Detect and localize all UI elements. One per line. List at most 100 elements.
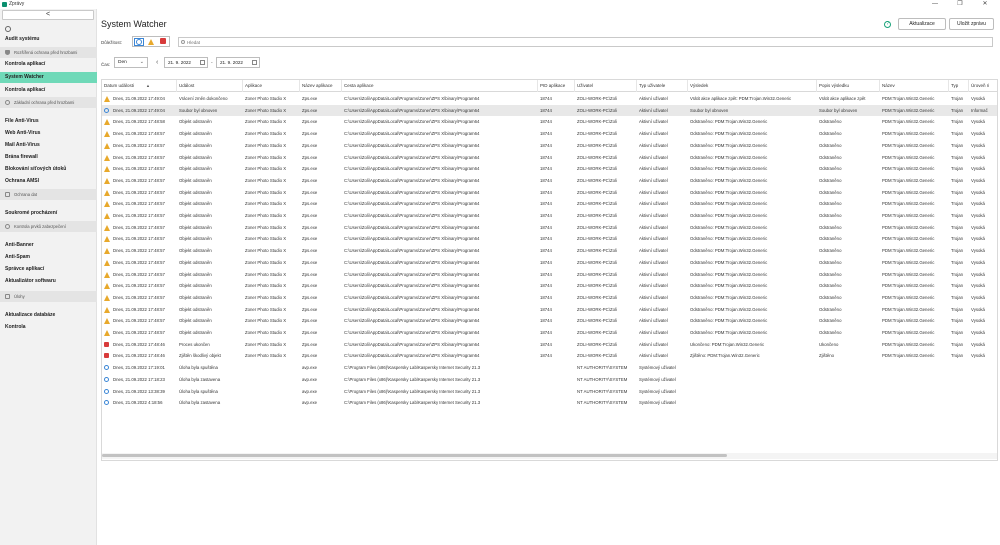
column-header[interactable]: Výsledek bbox=[688, 80, 817, 92]
cell-text: Trojan bbox=[951, 131, 964, 137]
table-cell bbox=[949, 362, 969, 374]
sort-ascending-icon[interactable]: ▲ bbox=[146, 83, 150, 88]
sidebar-item[interactable]: File Anti-Virus bbox=[0, 116, 97, 127]
cell-text: Trojan bbox=[951, 341, 964, 347]
warning-icon bbox=[104, 213, 110, 219]
table-row[interactable]: Dnes, 21.09.2022 17:48:57 Objekt odstraně… bbox=[102, 257, 997, 269]
cell-text: Dnes, 21.09.2022 17:48:57 bbox=[113, 294, 165, 300]
horizontal-scrollbar[interactable] bbox=[102, 453, 997, 459]
save-report-button[interactable]: Uložit zprávu bbox=[949, 18, 994, 30]
table-row[interactable]: Dnes, 21.09.2022 17:48:57 Objekt odstraně… bbox=[102, 327, 997, 339]
sidebar-item[interactable]: System Watcher bbox=[0, 72, 97, 83]
cell-text: 18744 bbox=[540, 131, 552, 137]
table-row[interactable]: Dnes, 21.09.2022 17:48:57 Objekt odstraně… bbox=[102, 163, 997, 175]
column-header[interactable]: Název bbox=[880, 80, 949, 92]
close-button[interactable]: ✕ bbox=[975, 0, 995, 9]
previous-period-icon[interactable]: ‹ bbox=[156, 59, 158, 66]
table-row[interactable]: Dnes, 21.09.2022 17:49:04 Soubor byl obno… bbox=[102, 104, 997, 117]
cell-text: C:\Users\Zoli\AppData\Local\Programs\Zon… bbox=[344, 330, 480, 335]
sidebar-item[interactable]: Správce aplikací bbox=[0, 264, 97, 275]
sidebar-item[interactable]: Blokování síťových útoků bbox=[0, 164, 97, 175]
column-header[interactable]: Název aplikace bbox=[300, 80, 342, 92]
column-header[interactable]: Aplikace bbox=[243, 80, 300, 92]
table-row[interactable]: Dnes, 21.09.2022 17:48:46 Proces ukončen Z… bbox=[102, 339, 997, 351]
table-row[interactable]: Dnes, 21.09.2022 17:48:57 Objekt odstraně… bbox=[102, 269, 997, 281]
sidebar-group[interactable]: Kontrola prvků zabezpečení bbox=[0, 221, 97, 232]
table-cell: Dnes, 21.09.2022 17:49:04 bbox=[102, 105, 177, 117]
column-header[interactable]: Cesta aplikace bbox=[342, 80, 538, 92]
table-row[interactable]: Dnes, 21.09.2022 17:48:46 Zjištěn škodliv… bbox=[102, 350, 997, 362]
table-row[interactable]: Dnes, 21.09.2022 17:48:57 Objekt odstraně… bbox=[102, 152, 997, 164]
sidebar-item[interactable]: Kontrola aplikací bbox=[0, 59, 97, 70]
table-row[interactable]: Dnes, 21.09.2022 17:48:57 Objekt odstraně… bbox=[102, 175, 997, 187]
severity-critical-toggle[interactable] bbox=[158, 38, 168, 46]
sidebar-group[interactable]: Základní ochrana před hrozbami bbox=[0, 97, 97, 108]
cell-text: PDM:Trojan.Win32.Generic bbox=[882, 96, 935, 101]
table-row[interactable]: Dnes, 21.09.2022 17:48:57 Objekt odstraně… bbox=[102, 280, 997, 292]
sidebar-item[interactable]: Aktualizace databáze bbox=[0, 310, 97, 321]
table-row[interactable]: Dnes, 21.09.2022 17:18:23 Úloha byla zast… bbox=[102, 374, 997, 386]
cell-text: Odstraněno bbox=[819, 154, 842, 160]
column-header[interactable]: Typ uživatele bbox=[637, 80, 688, 92]
column-header[interactable]: Událost bbox=[177, 80, 243, 92]
table-row[interactable]: Dnes, 21.09.2022 17:48:57 Objekt odstraně… bbox=[102, 304, 997, 316]
cell-text: Trojan bbox=[951, 154, 964, 160]
table-row[interactable]: Dnes, 21.09.2022 17:48:57 Objekt odstraně… bbox=[102, 198, 997, 210]
cell-text: Zoner Photo Studio X bbox=[245, 154, 287, 160]
sidebar-item[interactable]: Kontrola bbox=[0, 322, 97, 333]
table-row[interactable]: Dnes, 21.09.2022 17:48:57 Objekt odstraně… bbox=[102, 128, 997, 140]
cell-text: Vrátit akce aplikace zpět bbox=[819, 96, 866, 101]
table-cell: Zoner Photo Studio X bbox=[243, 292, 300, 304]
maximize-button[interactable]: ❐ bbox=[950, 0, 970, 9]
table-row[interactable]: Dnes, 21.09.2022 17:48:57 Objekt odstraně… bbox=[102, 245, 997, 257]
sidebar-item[interactable]: Aktualizátor softwaru bbox=[0, 276, 97, 287]
minimize-button[interactable]: — bbox=[925, 0, 945, 9]
sidebar-item[interactable]: Anti-Banner bbox=[0, 240, 97, 251]
table-row[interactable]: Dnes, 21.09.2022 17:48:57 Objekt odstraně… bbox=[102, 292, 997, 304]
date-to-field[interactable]: 21. 9. 2022 bbox=[216, 57, 260, 68]
sidebar-item[interactable]: Anti-Spam bbox=[0, 252, 97, 263]
table-row[interactable]: Dnes, 21.09.2022 17:49:04 Vrácení změn do… bbox=[102, 93, 997, 105]
table-row[interactable]: Dnes, 21.09.2022 13:38:39 Úloha byla spuš… bbox=[102, 386, 997, 398]
sidebar-item[interactable]: Mail Anti-Virus bbox=[0, 140, 97, 151]
table-row[interactable]: Dnes, 21.09.2022 17:19:01 Úloha byla spuš… bbox=[102, 362, 997, 374]
calendar-icon[interactable] bbox=[252, 60, 257, 65]
severity-info-toggle[interactable] bbox=[134, 38, 144, 46]
column-header[interactable]: Úroveň ri bbox=[969, 80, 997, 92]
table-cell: Zoner Photo Studio X bbox=[243, 304, 300, 316]
sidebar-group[interactable]: Rozšířená ochrana před hrozbami bbox=[0, 47, 97, 58]
column-header[interactable]: PID aplikace bbox=[538, 80, 575, 92]
table-row[interactable]: Dnes, 21.09.2022 4:18:56 Úloha byla zasta… bbox=[102, 397, 997, 409]
column-header[interactable]: Typ bbox=[949, 80, 969, 92]
sidebar-group[interactable]: Úlohy bbox=[0, 291, 97, 302]
severity-warning-toggle[interactable] bbox=[146, 38, 156, 46]
help-icon[interactable]: ? bbox=[884, 21, 891, 28]
period-select[interactable]: Den ⌄ bbox=[114, 57, 148, 68]
home-icon[interactable] bbox=[5, 26, 11, 32]
column-header[interactable]: Popis výsledku bbox=[817, 80, 880, 92]
sidebar-item[interactable]: Web Anti-Virus bbox=[0, 128, 97, 139]
cell-text: Odstraněno bbox=[819, 330, 842, 335]
column-header[interactable]: Datum události ▲ bbox=[102, 80, 177, 92]
search-input[interactable] bbox=[187, 38, 987, 46]
sidebar-item[interactable]: Ochrana AMSI bbox=[0, 176, 97, 187]
sidebar-item[interactable]: Soukromé procházení bbox=[0, 208, 97, 219]
sidebar-item[interactable]: Kontrola aplikací bbox=[0, 85, 97, 96]
table-row[interactable]: Dnes, 21.09.2022 17:48:57 Objekt odstraně… bbox=[102, 140, 997, 152]
calendar-icon[interactable] bbox=[200, 60, 205, 65]
table-cell: Dnes, 21.09.2022 17:48:57 bbox=[102, 128, 177, 140]
back-button[interactable]: < bbox=[2, 10, 94, 20]
column-header[interactable]: Uživatel bbox=[575, 80, 637, 92]
table-row[interactable]: Dnes, 21.09.2022 17:48:58 Objekt odstraně… bbox=[102, 116, 997, 128]
table-row[interactable]: Dnes, 21.09.2022 17:48:57 Objekt odstraně… bbox=[102, 233, 997, 245]
refresh-button[interactable]: Aktualizace bbox=[898, 18, 946, 30]
table-row[interactable]: Dnes, 21.09.2022 17:48:57 Objekt odstraně… bbox=[102, 315, 997, 327]
sidebar-item[interactable]: Brána firewall bbox=[0, 152, 97, 163]
scrollbar-thumb[interactable] bbox=[102, 454, 727, 457]
table-row[interactable]: Dnes, 21.09.2022 17:48:57 Objekt odstraně… bbox=[102, 187, 997, 199]
table-row[interactable]: Dnes, 21.09.2022 17:48:57 Objekt odstraně… bbox=[102, 222, 997, 234]
sidebar-item[interactable]: Audit systému bbox=[0, 34, 97, 45]
sidebar-group[interactable]: Ochrana dat bbox=[0, 189, 97, 200]
table-row[interactable]: Dnes, 21.09.2022 17:48:57 Objekt odstraně… bbox=[102, 210, 997, 222]
date-from-field[interactable]: 21. 9. 2022 bbox=[164, 57, 208, 68]
